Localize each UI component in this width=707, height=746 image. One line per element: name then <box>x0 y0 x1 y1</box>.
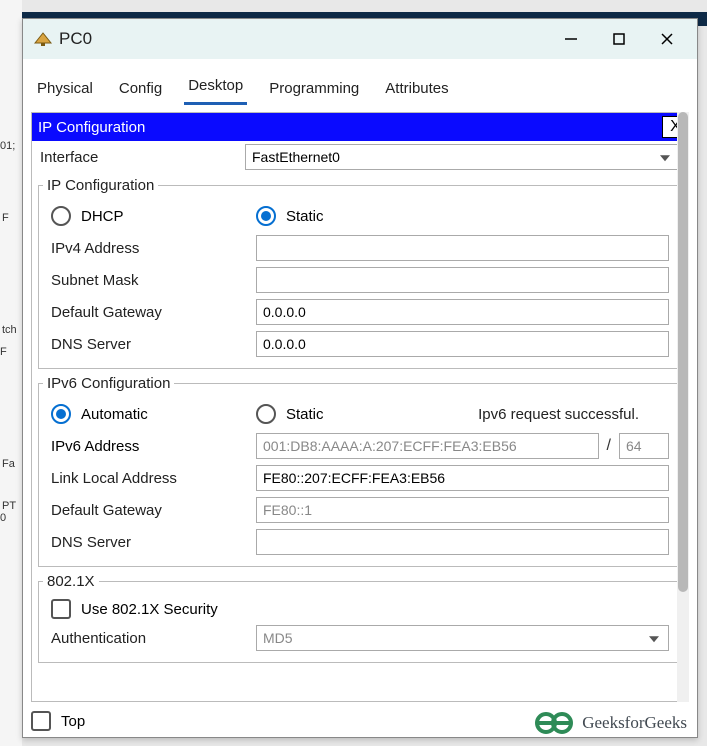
minimize-button[interactable] <box>547 19 595 59</box>
watermark: GeeksforGeeks <box>534 709 687 737</box>
ipv6-gateway-input[interactable] <box>256 497 669 523</box>
app-icon <box>33 29 53 49</box>
ipv6-prefix-input[interactable]: 64 <box>619 433 669 459</box>
ipv4-gateway-input[interactable] <box>256 299 669 325</box>
ipv6-address-input[interactable]: 001:DB8:AAAA:A:207:ECFF:FEA3:EB56 <box>256 433 599 459</box>
app-window: PC0 Physical Config Desktop Programming … <box>22 18 698 738</box>
subnet-mask-input[interactable] <box>256 267 669 293</box>
ipv6-gateway-label: Default Gateway <box>51 502 256 519</box>
ipv6-status-msg: Ipv6 request successful. <box>478 406 669 423</box>
tab-config[interactable]: Config <box>115 76 166 105</box>
ipv6-static-label: Static <box>286 406 324 423</box>
close-button[interactable] <box>643 19 691 59</box>
tab-desktop[interactable]: Desktop <box>184 73 247 105</box>
top-label: Top <box>61 713 85 730</box>
geeksforgeeks-icon <box>534 709 574 737</box>
ip-config-panel: IP Configuration X Interface FastEtherne… <box>31 112 689 702</box>
ipv6-dns-label: DNS Server <box>51 534 256 551</box>
dot1x-auth-label: Authentication <box>51 630 256 647</box>
dot1x-fieldset: 802.1X Use 802.1X Security Authenticatio… <box>38 573 682 663</box>
ipv6-legend: IPv6 Configuration <box>43 375 174 392</box>
ipv4-address-label: IPv4 Address <box>51 240 256 257</box>
panel-title: IP Configuration <box>38 119 145 136</box>
ipv4-dhcp-radio[interactable] <box>51 206 71 226</box>
scrollbar-thumb[interactable] <box>678 112 688 592</box>
panel-header: IP Configuration X <box>32 113 688 141</box>
ipv4-address-input[interactable] <box>256 235 669 261</box>
panel-scrollbar[interactable] <box>677 112 689 702</box>
interface-select[interactable]: FastEthernet0 <box>245 144 680 170</box>
ipv4-dns-input[interactable] <box>256 331 669 357</box>
background-app: 01; F tch F Fa PT 0 <box>0 0 22 746</box>
interface-label: Interface <box>40 149 245 166</box>
ipv4-legend: IP Configuration <box>43 177 158 194</box>
tab-programming[interactable]: Programming <box>265 76 363 105</box>
ipv4-fieldset: IP Configuration DHCP Static IPv4 Addres… <box>38 177 682 369</box>
top-checkbox[interactable] <box>31 711 51 731</box>
ipv6-prefix-slash: / <box>599 437 619 455</box>
ipv6-auto-radio[interactable] <box>51 404 71 424</box>
ipv4-dhcp-label: DHCP <box>81 208 124 225</box>
ipv6-static-radio[interactable] <box>256 404 276 424</box>
link-local-label: Link Local Address <box>51 470 256 487</box>
titlebar[interactable]: PC0 <box>23 19 697 59</box>
tab-attributes[interactable]: Attributes <box>381 76 452 105</box>
dot1x-auth-select[interactable]: MD5 <box>256 625 669 651</box>
watermark-text: GeeksforGeeks <box>582 713 687 733</box>
ipv6-auto-label: Automatic <box>81 406 148 423</box>
ipv6-dns-input[interactable] <box>256 529 669 555</box>
ipv4-gateway-label: Default Gateway <box>51 304 256 321</box>
ipv4-static-radio[interactable] <box>256 206 276 226</box>
dot1x-use-checkbox[interactable] <box>51 599 71 619</box>
dot1x-legend: 802.1X <box>43 573 99 590</box>
ipv4-static-label: Static <box>286 208 324 225</box>
link-local-input[interactable] <box>256 465 669 491</box>
maximize-button[interactable] <box>595 19 643 59</box>
window-title: PC0 <box>59 29 547 49</box>
ipv4-dns-label: DNS Server <box>51 336 256 353</box>
ipv6-address-label: IPv6 Address <box>51 438 256 455</box>
dot1x-use-label: Use 802.1X Security <box>81 601 218 618</box>
tab-bar: Physical Config Desktop Programming Attr… <box>23 59 697 106</box>
tab-physical[interactable]: Physical <box>33 76 97 105</box>
ipv6-fieldset: IPv6 Configuration Automatic Static Ipv6… <box>38 375 682 567</box>
subnet-mask-label: Subnet Mask <box>51 272 256 289</box>
